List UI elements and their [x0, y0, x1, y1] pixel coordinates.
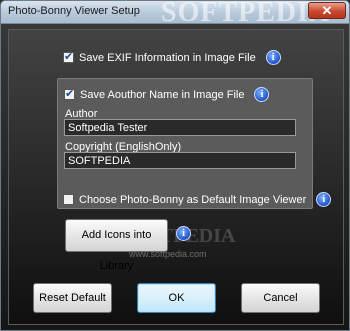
ok-button[interactable]: OK: [137, 283, 216, 313]
info-icon[interactable]: i: [316, 192, 332, 207]
info-icon[interactable]: i: [176, 226, 191, 241]
save-exif-label[interactable]: Save EXIF Information in Image File: [79, 52, 256, 64]
default-viewer-label[interactable]: Choose Photo-Bonny as Default Image View…: [79, 194, 306, 206]
title-watermark: SOFTPEDIA: [161, 0, 331, 28]
default-viewer-option[interactable]: Choose Photo-Bonny as Default Image View…: [63, 192, 332, 207]
add-icons-button[interactable]: Add Icons into Library: [65, 219, 168, 272]
setup-window: Photo-Bonny Viewer Setup SOFTPEDIA ✕ Sav…: [0, 0, 350, 331]
save-exif-checkbox[interactable]: [63, 50, 74, 63]
window-title: Photo-Bonny Viewer Setup: [8, 5, 140, 17]
reset-default-button[interactable]: Reset Default: [33, 283, 112, 313]
close-icon: ✕: [321, 3, 333, 18]
save-author-option[interactable]: Save Aouthor Name in Image File i: [64, 87, 270, 102]
save-exif-option[interactable]: Save EXIF Information in Image File i: [63, 50, 281, 65]
save-author-checkbox[interactable]: [64, 87, 75, 100]
close-button[interactable]: ✕: [308, 2, 346, 19]
save-author-label[interactable]: Save Aouthor Name in Image File: [80, 89, 244, 101]
cancel-button[interactable]: Cancel: [241, 283, 320, 313]
default-viewer-checkbox[interactable]: [63, 194, 74, 205]
author-field[interactable]: Softpedia Tester: [64, 119, 296, 136]
dialog-body: Save EXIF Information in Image File i Sa…: [8, 29, 344, 325]
info-icon[interactable]: i: [254, 87, 270, 102]
author-group: Save Aouthor Name in Image File i Author…: [57, 78, 313, 209]
copyright-field[interactable]: SOFTPEDIA: [64, 152, 296, 169]
title-bar[interactable]: Photo-Bonny Viewer Setup SOFTPEDIA ✕: [1, 0, 349, 28]
info-icon[interactable]: i: [265, 50, 281, 65]
